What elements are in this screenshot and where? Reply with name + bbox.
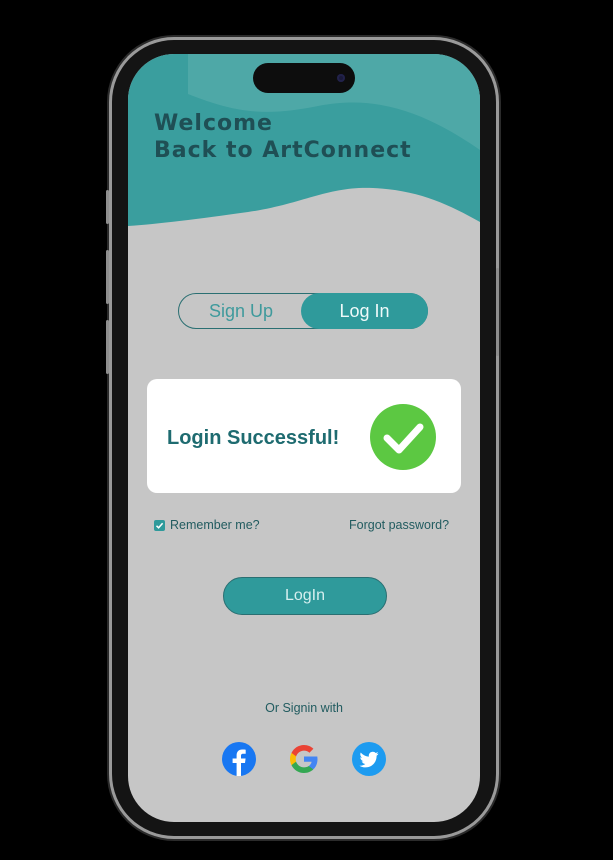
remember-me[interactable]: Remember me? [154, 518, 260, 532]
tab-login[interactable]: Log In [301, 293, 428, 329]
twitter-icon[interactable] [352, 742, 386, 776]
success-message: Login Successful! [167, 427, 340, 449]
checkmark-icon [370, 404, 436, 470]
welcome-line-1: Welcome [154, 111, 273, 136]
app-screen: Welcome Back to ArtConnect Sign Up Log I… [128, 54, 480, 822]
auth-tab-toggle: Sign Up Log In [178, 293, 428, 329]
facebook-icon[interactable] [222, 742, 256, 776]
forgot-password-link[interactable]: Forgot password? [349, 518, 449, 532]
tab-signup[interactable]: Sign Up [179, 294, 303, 328]
remember-me-label: Remember me? [170, 518, 260, 532]
or-signin-label: Or Signin with [265, 701, 343, 715]
check-icon [155, 522, 164, 529]
welcome-heading: Welcome Back to ArtConnect [154, 110, 412, 164]
google-icon[interactable] [287, 742, 321, 776]
welcome-line-2: Back to ArtConnect [154, 138, 412, 163]
mute-switch [106, 190, 109, 224]
power-button [496, 268, 499, 356]
login-button[interactable]: LogIn [223, 577, 387, 615]
phone-frame: Welcome Back to ArtConnect Sign Up Log I… [106, 40, 499, 836]
volume-up-button [106, 250, 109, 304]
camera-icon [337, 74, 345, 82]
remember-me-checkbox[interactable] [154, 519, 165, 531]
volume-down-button [106, 320, 109, 374]
login-success-dialog: Login Successful! [147, 379, 461, 493]
dynamic-island [253, 63, 355, 93]
